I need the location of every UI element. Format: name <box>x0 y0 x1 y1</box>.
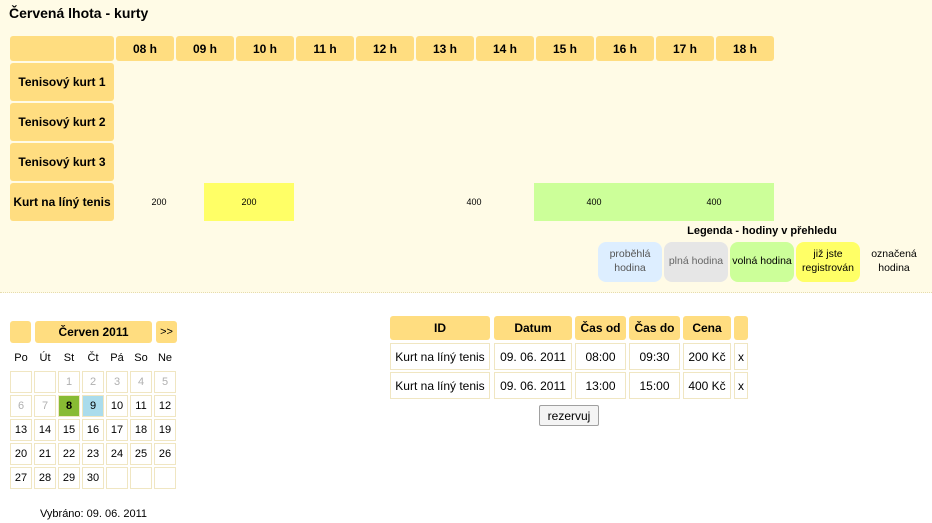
schedule-corner-header <box>10 36 114 61</box>
weekday-label: So <box>134 352 148 364</box>
calendar-day[interactable]: 29 <box>58 467 80 489</box>
legend-item-selected: označená hodina <box>871 248 917 274</box>
hour-header: 14 h <box>476 36 534 61</box>
calendar-month-title: Červen 2011 <box>35 321 152 343</box>
hour-header: 13 h <box>416 36 474 61</box>
reservations-header: Cena <box>683 316 731 340</box>
calendar-day[interactable]: 2 <box>82 371 104 393</box>
weekday-label: St <box>63 352 75 364</box>
calendar-selected-text: Vybráno: 09. 06. 2011 <box>39 508 148 520</box>
reservation-cell: 200 Kč <box>683 343 731 370</box>
calendar-day[interactable]: 15 <box>58 419 80 441</box>
reservation-cell: 09. 06. 2011 <box>494 372 572 399</box>
calendar-empty-cell <box>106 467 128 489</box>
calendar-prev-button[interactable] <box>10 321 31 343</box>
calendar-day[interactable]: 23 <box>82 443 104 465</box>
court-label: Tenisový kurt 3 <box>10 143 114 181</box>
calendar-day[interactable]: 14 <box>34 419 56 441</box>
schedule-panel: Červená lhota - kurty 08 h 09 h 10 h 11 h 12… <box>0 0 932 293</box>
calendar-day[interactable]: 25 <box>130 443 152 465</box>
reserve-button[interactable]: rezervuj <box>539 405 599 426</box>
hour-header: 18 h <box>716 36 774 61</box>
calendar-day[interactable]: 24 <box>106 443 128 465</box>
reservation-cell: 08:00 <box>575 343 626 370</box>
weekday-label: Po <box>14 352 28 364</box>
reservation-cell: 13:00 <box>575 372 626 399</box>
reservations-header: Čas od <box>575 316 626 340</box>
calendar-day[interactable]: 10 <box>106 395 128 417</box>
court-label: Kurt na líný tenis <box>10 183 114 221</box>
calendar-day[interactable]: 18 <box>130 419 152 441</box>
reservations-header <box>734 316 748 340</box>
calendar-day[interactable]: 9 <box>82 395 104 417</box>
legend-item-past: proběhlá hodina <box>598 242 662 282</box>
legend-item-full: plná hodina <box>664 242 728 282</box>
legend-title: Legenda - hodiny v přehledu <box>687 225 837 237</box>
court-label: Tenisový kurt 2 <box>10 103 114 141</box>
calendar-day[interactable]: 20 <box>10 443 32 465</box>
hour-header: 16 h <box>596 36 654 61</box>
calendar-day[interactable]: 5 <box>154 371 176 393</box>
calendar-empty-cell <box>130 467 152 489</box>
booking-slot[interactable]: 400 <box>414 183 534 221</box>
hour-header: 15 h <box>536 36 594 61</box>
hour-header: 12 h <box>356 36 414 61</box>
weekday-label: Ne <box>157 352 173 364</box>
hour-header: 10 h <box>236 36 294 61</box>
calendar-day[interactable]: 27 <box>10 467 32 489</box>
weekday-label: Út <box>39 352 51 364</box>
booking-slot[interactable]: 200 <box>114 183 204 221</box>
reservations-header: Čas do <box>629 316 680 340</box>
calendar-day[interactable]: 8 <box>58 395 80 417</box>
reservation-cell: 09. 06. 2011 <box>494 343 572 370</box>
hour-header: 09 h <box>176 36 234 61</box>
calendar-day[interactable]: 17 <box>106 419 128 441</box>
legend-item-free: volná hodina <box>730 242 794 282</box>
calendar-day[interactable]: 30 <box>82 467 104 489</box>
calendar-day[interactable]: 13 <box>10 419 32 441</box>
booking-slot[interactable]: 200 <box>204 183 294 221</box>
hour-header: 08 h <box>116 36 174 61</box>
hour-header: 11 h <box>296 36 354 61</box>
calendar-empty-cell <box>10 371 32 393</box>
reservations-header: ID <box>390 316 490 340</box>
weekday-label: Pá <box>110 352 124 364</box>
calendar-day[interactable]: 6 <box>10 395 32 417</box>
calendar-day[interactable]: 22 <box>58 443 80 465</box>
calendar-day[interactable]: 4 <box>130 371 152 393</box>
weekday-label: Čt <box>87 352 99 364</box>
calendar-day[interactable]: 12 <box>154 395 176 417</box>
calendar-next-button[interactable]: >> <box>156 321 177 343</box>
page-title: Červená lhota - kurty <box>9 5 149 21</box>
calendar-day[interactable]: 16 <box>82 419 104 441</box>
legend-item-mine: již jste registrován <box>796 242 860 282</box>
delete-reservation-button[interactable]: x <box>734 343 748 370</box>
calendar-empty-cell <box>154 467 176 489</box>
delete-reservation-button[interactable]: x <box>734 372 748 399</box>
calendar-day[interactable]: 3 <box>106 371 128 393</box>
calendar-day[interactable]: 21 <box>34 443 56 465</box>
reservation-cell: Kurt na líný tenis <box>390 343 490 370</box>
booking-slot[interactable]: 400 <box>654 183 774 221</box>
calendar-empty-cell <box>34 371 56 393</box>
calendar-day[interactable]: 28 <box>34 467 56 489</box>
booking-slot[interactable]: 400 <box>534 183 654 221</box>
calendar-day[interactable]: 26 <box>154 443 176 465</box>
reservations-header: Datum <box>494 316 572 340</box>
reservation-cell: Kurt na líný tenis <box>390 372 490 399</box>
calendar-day[interactable]: 11 <box>130 395 152 417</box>
hour-header: 17 h <box>656 36 714 61</box>
reservation-cell: 09:30 <box>629 343 680 370</box>
calendar-day[interactable]: 1 <box>58 371 80 393</box>
reservation-cell: 15:00 <box>629 372 680 399</box>
reservation-cell: 400 Kč <box>683 372 731 399</box>
calendar-day[interactable]: 19 <box>154 419 176 441</box>
court-label: Tenisový kurt 1 <box>10 63 114 101</box>
calendar-day[interactable]: 7 <box>34 395 56 417</box>
